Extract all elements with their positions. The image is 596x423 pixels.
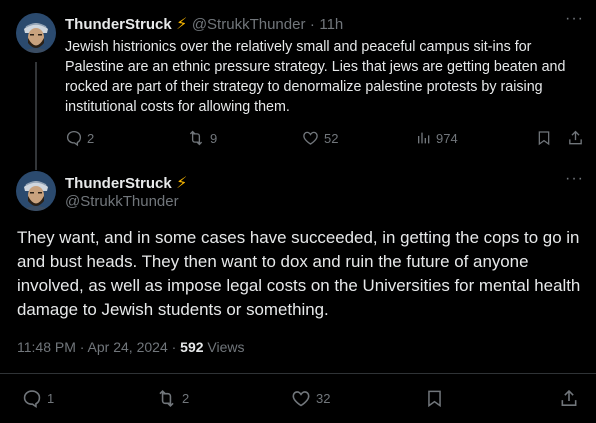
more-icon[interactable]: ··· xyxy=(565,170,584,188)
like-count: 32 xyxy=(316,391,331,406)
share-icon xyxy=(569,130,582,145)
views-label: Views xyxy=(207,339,245,355)
tweet-time[interactable]: 11h xyxy=(319,16,343,33)
separator: · xyxy=(309,16,315,33)
avatar[interactable] xyxy=(16,13,56,53)
bolt-emoji-icon: ⚡ xyxy=(176,175,188,192)
tweet-header: ThunderStruck ⚡ @StrukkThunder · 11h xyxy=(65,14,343,34)
share-icon xyxy=(561,389,577,406)
repost-count: 9 xyxy=(210,130,218,146)
views-button[interactable]: 974 xyxy=(416,129,458,147)
bolt-emoji-icon: ⚡ xyxy=(176,16,188,33)
reply-icon xyxy=(23,390,41,409)
like-button[interactable]: 52 xyxy=(301,129,338,147)
more-icon[interactable]: ··· xyxy=(565,10,584,28)
handle[interactable]: @StrukkThunder xyxy=(192,16,306,33)
avatar[interactable] xyxy=(16,171,56,211)
repost-icon xyxy=(189,130,203,146)
share-button[interactable] xyxy=(567,129,584,147)
like-icon xyxy=(292,391,310,407)
bookmark-icon xyxy=(428,390,441,408)
display-name[interactable]: ThunderStruck xyxy=(65,16,172,33)
reply-button[interactable]: 1 xyxy=(21,388,54,409)
bookmark-button[interactable] xyxy=(425,388,444,409)
share-button[interactable] xyxy=(559,388,579,409)
views-icon xyxy=(418,132,430,144)
repost-button[interactable]: 2 xyxy=(155,388,189,409)
bookmark-icon xyxy=(538,131,550,146)
reply-icon xyxy=(66,130,82,147)
reply-count: 1 xyxy=(47,391,55,406)
tweet-text: They want, and in some cases have succee… xyxy=(17,228,581,319)
like-count: 52 xyxy=(324,130,339,146)
views-count: 592 xyxy=(180,339,204,355)
divider xyxy=(0,373,596,374)
reply-button[interactable]: 2 xyxy=(65,129,94,147)
thread-connector-line xyxy=(35,62,37,170)
like-button[interactable]: 32 xyxy=(290,388,330,409)
bookmark-button[interactable] xyxy=(536,129,552,147)
tweet-text: Jewish histrionics over the relatively s… xyxy=(65,39,566,115)
handle[interactable]: @StrukkThunder xyxy=(65,193,179,210)
tweet-header: ThunderStruck ⚡ xyxy=(65,173,187,193)
display-name[interactable]: ThunderStruck xyxy=(65,175,172,192)
like-icon xyxy=(303,131,318,145)
tweet-timestamp[interactable]: 11:48 PM · Apr 24, 2024 · xyxy=(17,339,176,355)
repost-icon xyxy=(159,389,174,408)
repost-count: 2 xyxy=(182,391,190,406)
tweet-meta: 11:48 PM · Apr 24, 2024 · 592 Views xyxy=(17,339,245,355)
views-count: 974 xyxy=(436,130,458,146)
repost-button[interactable]: 9 xyxy=(186,129,217,147)
reply-count: 2 xyxy=(87,130,95,146)
